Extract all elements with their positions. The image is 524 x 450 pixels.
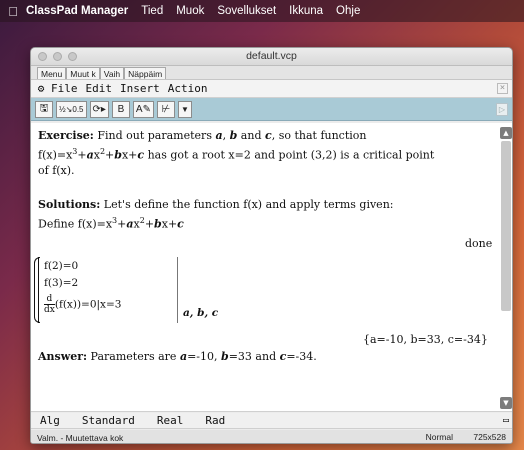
solutions-line: Solutions: Let's define the function f(x…	[38, 198, 393, 211]
derivative-fraction: d dx	[44, 294, 55, 315]
status-text: Valm. - Muutettava kok	[37, 432, 124, 443]
menu-edit[interactable]: Edit	[86, 82, 113, 95]
define-prefix: Define f(x)=x	[38, 217, 113, 231]
answer-line: Answer: Parameters are a=-10, b=33 and c…	[38, 350, 317, 363]
param-b: b	[114, 148, 122, 162]
assign-icon[interactable]: A✎	[132, 100, 154, 118]
fraction-decimal-icon[interactable]: ½↘0.5	[56, 100, 87, 118]
derivative-numerator: d	[44, 294, 55, 305]
system-brace	[34, 257, 40, 323]
done-output: done	[465, 237, 493, 250]
toolbar: 🖫 ½↘0.5 ⟳▸ B A✎ ⊬ ▼ ▷	[31, 98, 512, 121]
answer-text: Parameters are	[87, 350, 180, 363]
exercise-text-end: , so that function	[271, 129, 367, 142]
menu-ohje[interactable]: Ohje	[336, 5, 360, 17]
status-size: 725x528	[473, 432, 506, 442]
window-titlebar[interactable]: default.vcp	[31, 48, 512, 66]
plus: +	[117, 217, 127, 231]
param-c: c	[265, 129, 272, 142]
param-a: a	[215, 129, 223, 142]
x-plus: x+	[161, 217, 178, 231]
separator: and	[237, 129, 265, 142]
equation-system[interactable]: f(2)=0 f(3)=2 d dx (f(x))=0|x=3 a, b, c	[34, 257, 218, 323]
exercise-label: Exercise:	[38, 129, 94, 142]
scroll-down-icon[interactable]: ▼	[500, 397, 512, 409]
scroll-thumb[interactable]	[501, 141, 511, 311]
close-icon[interactable]: ×	[497, 83, 508, 94]
x-plus: x+	[121, 148, 138, 162]
menu-muok[interactable]: Muok	[176, 5, 204, 17]
mode-alg[interactable]: Alg	[40, 414, 60, 427]
menu-action[interactable]: Action	[168, 82, 208, 95]
fx: f(x)=x	[38, 148, 73, 162]
mode-rad[interactable]: Rad	[205, 414, 225, 427]
param-b: b	[221, 350, 229, 363]
param-a: a	[179, 350, 188, 363]
tab-muut-k[interactable]: Muut k	[66, 67, 100, 79]
b-value: =33 and	[228, 350, 280, 363]
run-icon[interactable]: ⟳▸	[89, 100, 109, 118]
function-description: has got a root x=2 and point (3,2) is a …	[144, 148, 435, 162]
battery-icon: ▭	[502, 415, 509, 426]
exercise-line: Exercise: Find out parameters a, b and c…	[38, 129, 367, 142]
mac-menu-bar:  ClassPad Manager Tied Muok Sovellukset…	[0, 0, 524, 22]
gear-icon[interactable]: ⚙	[31, 82, 51, 95]
system-variables: a, b, c	[183, 307, 219, 319]
param-c: c	[177, 217, 184, 231]
keyboard-tabs: Menu Muut k Vaih Näppäim	[31, 66, 512, 80]
a-value: =-10,	[187, 350, 222, 363]
menu-sovellukset[interactable]: Sovellukset	[217, 5, 276, 17]
solutions-label: Solutions:	[38, 198, 101, 211]
equation-3: d dx (f(x))=0|x=3	[44, 294, 121, 315]
bold-button[interactable]: B	[111, 100, 130, 118]
window-title: default.vcp	[246, 50, 297, 62]
menu-insert[interactable]: Insert	[120, 82, 160, 95]
app-menu-bar: ⚙ File Edit Insert Action ×	[31, 80, 512, 98]
derivative-denominator: dx	[44, 305, 55, 315]
status-bar: Valm. - Muutettava kok Normal 725x528	[31, 430, 512, 443]
function-line: f(x)=x3+ax2+bx+c has got a root x=2 and …	[38, 147, 434, 162]
param-a: a	[126, 217, 134, 231]
classpad-window: default.vcp Menu Muut k Vaih Näppäim ⚙ F…	[30, 47, 513, 444]
menu-app-name[interactable]: ClassPad Manager	[26, 5, 128, 17]
solutions-text: Let's define the function f(x) and apply…	[100, 198, 394, 211]
solve-result: {a=-10, b=33, c=-34}	[363, 333, 488, 346]
separator: ,	[222, 129, 230, 142]
status-mode: Normal	[425, 432, 453, 442]
answer-label: Answer:	[38, 350, 88, 363]
menu-tied[interactable]: Tied	[141, 5, 163, 17]
mode-bar: Alg Standard Real Rad ▭	[31, 413, 512, 429]
tab-vaih[interactable]: Vaih	[99, 67, 125, 79]
status-right: Normal 725x528	[408, 432, 506, 442]
equation-3-rest: (f(x))=0|x=3	[54, 298, 122, 311]
define-line[interactable]: Define f(x)=x3+ax2+bx+c	[38, 216, 184, 231]
dropdown-icon[interactable]: ▼	[177, 100, 192, 118]
toolbar-scroll-right-icon[interactable]: ▷	[496, 103, 508, 116]
mode-real[interactable]: Real	[157, 414, 184, 427]
scroll-up-icon[interactable]: ▲	[500, 127, 512, 139]
param-b: b	[154, 217, 162, 231]
plus: +	[77, 148, 87, 162]
mode-standard[interactable]: Standard	[82, 414, 135, 427]
equation-1: f(2)=0	[44, 260, 79, 272]
graph-icon[interactable]: ⊬	[156, 100, 175, 118]
menu-ikkuna[interactable]: Ikkuna	[289, 5, 323, 17]
tab-menu[interactable]: Menu	[37, 67, 67, 79]
equation-2: f(3)=2	[44, 277, 79, 289]
apple-icon[interactable]: 	[0, 4, 26, 19]
main-application-area[interactable]: Exercise: Find out parameters a, b and c…	[31, 123, 512, 412]
of-fx-line: of f(x).	[38, 164, 75, 177]
vertical-scrollbar[interactable]: ▲ ▼	[500, 127, 512, 409]
plus: +	[105, 148, 115, 162]
save-icon[interactable]: 🖫	[35, 100, 53, 118]
param-a: a	[86, 148, 94, 162]
menu-file[interactable]: File	[51, 82, 78, 95]
tab-nappaim[interactable]: Näppäim	[124, 67, 167, 79]
c-value: =-34.	[286, 350, 317, 363]
plus: +	[144, 217, 155, 231]
exercise-text: Find out parameters	[93, 129, 216, 142]
